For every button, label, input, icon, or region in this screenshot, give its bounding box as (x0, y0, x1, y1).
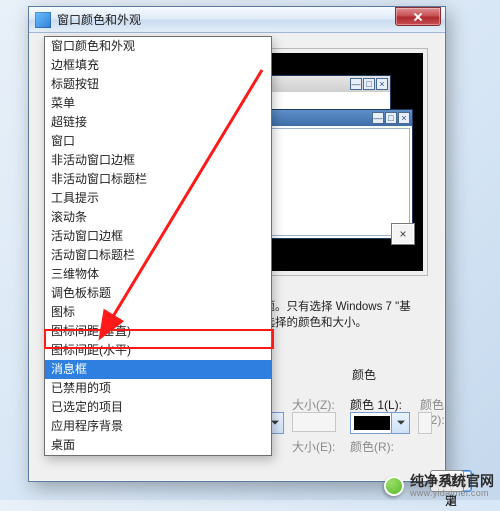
dropdown-item[interactable]: 应用程序背景 (45, 417, 271, 436)
label-color-font: 颜色(R): (350, 438, 394, 455)
dropdown-item[interactable]: 消息框 (45, 360, 271, 379)
dropdown-item[interactable]: 已禁用的项 (45, 379, 271, 398)
watermark-text: 纯净系统官网 www.yidaimei.com (410, 474, 494, 498)
min-icon: — (372, 112, 384, 124)
dropdown-item[interactable]: 桌面 (45, 436, 271, 455)
label-size-font: 大小(E): (292, 438, 335, 455)
hint-line-2: 处选择的颜色和大小。 (252, 316, 426, 331)
dropdown-item[interactable]: 三维物体 (45, 265, 271, 284)
dropdown-item[interactable]: 窗口颜色和外观 (45, 37, 271, 56)
close-button[interactable] (395, 7, 441, 26)
watermark-name: 纯净系统官网 (410, 474, 494, 489)
item-dropdown-list[interactable]: 窗口颜色和外观边框填充标题按钮菜单超链接窗口非活动窗口边框非活动窗口标题栏工具提… (44, 36, 272, 456)
window-title: 窗口颜色和外观 (57, 11, 389, 28)
dropdown-item[interactable]: 滚动条 (45, 208, 271, 227)
dropdown-item[interactable]: 标题按钮 (45, 75, 271, 94)
label-size: 大小(Z): (292, 396, 335, 413)
preview-dialog-close: × (391, 223, 415, 245)
dropdown-item[interactable]: 窗口 (45, 132, 271, 151)
dropdown-item[interactable]: 图标间距(垂直) (45, 322, 271, 341)
close-icon: × (398, 112, 410, 124)
dropdown-item[interactable]: 图标 (45, 303, 271, 322)
dropdown-item[interactable]: 工具提示 (45, 189, 271, 208)
dropdown-item[interactable]: 超链接 (45, 113, 271, 132)
color-swatch (354, 416, 390, 430)
max-icon: □ (385, 112, 397, 124)
min-icon: — (350, 78, 362, 90)
close-icon: × (376, 78, 388, 90)
titlebar: 窗口颜色和外观 (29, 7, 445, 33)
dropdown-item[interactable]: 非活动窗口边框 (45, 151, 271, 170)
max-icon: □ (363, 78, 375, 90)
dropdown-item[interactable]: 图标间距(水平) (45, 341, 271, 360)
dropdown-item[interactable]: 菜单 (45, 94, 271, 113)
color1-combo[interactable] (350, 412, 410, 434)
website-watermark: 纯净系统官网 www.yidaimei.com (384, 474, 494, 498)
watermark-url: www.yidaimei.com (410, 489, 494, 498)
dropdown-item[interactable]: 非活动窗口标题栏 (45, 170, 271, 189)
dropdown-item[interactable]: 边框填充 (45, 56, 271, 75)
color2-combo (418, 412, 432, 434)
hint-line-1: 主题。只有选择 Windows 7 "基 (252, 300, 426, 315)
dropdown-item[interactable]: 活动窗口边框 (45, 227, 271, 246)
app-icon (35, 12, 51, 28)
size-field (292, 412, 336, 432)
color-header: 颜色 (352, 366, 376, 383)
chevron-down-icon (391, 413, 409, 433)
dropdown-item[interactable]: 调色板标题 (45, 284, 271, 303)
label-color1: 颜色 1(L): (350, 396, 402, 413)
watermark-logo-icon (384, 476, 404, 496)
dropdown-item[interactable]: 活动窗口标题栏 (45, 246, 271, 265)
dropdown-item[interactable]: 已选定的项目 (45, 398, 271, 417)
